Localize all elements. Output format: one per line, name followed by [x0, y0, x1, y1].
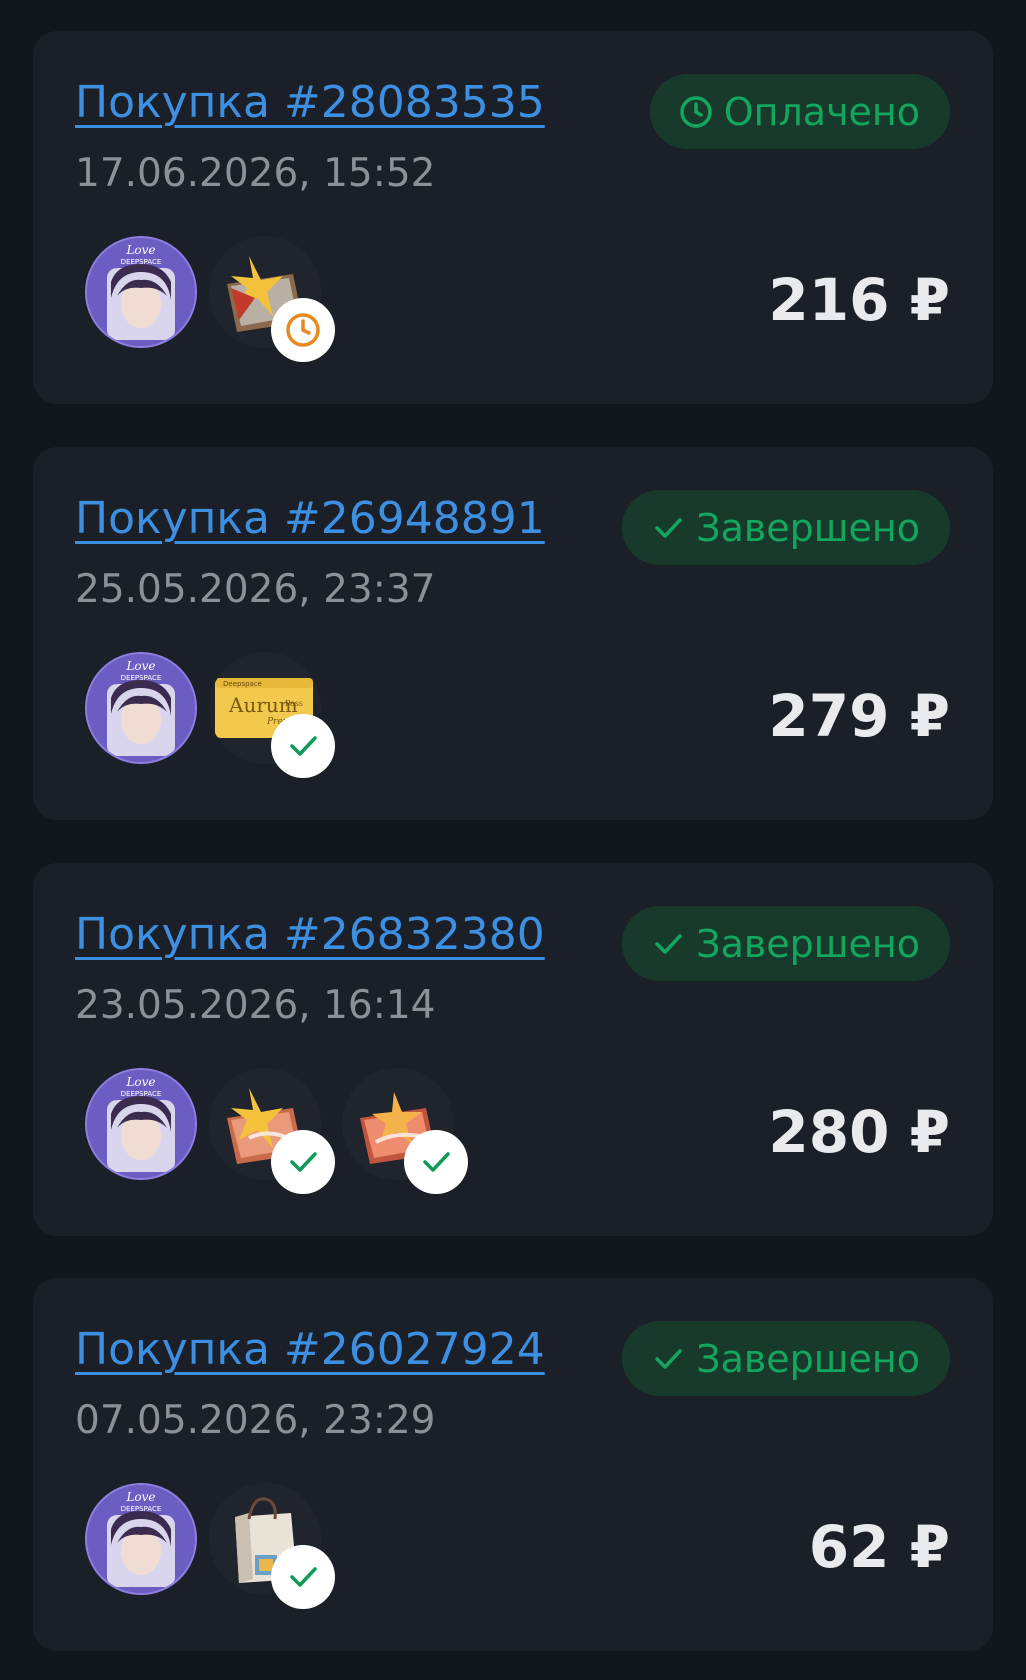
order-date: 25.05.2026, 23:37: [75, 567, 436, 612]
gift-box-icon[interactable]: [209, 1068, 335, 1194]
order-date: 07.05.2026, 23:29: [75, 1398, 436, 1443]
status-label: Завершено: [696, 1336, 920, 1381]
check-icon: [655, 517, 682, 538]
status-label: Завершено: [696, 921, 920, 966]
order-card[interactable]: Покупка #28083535 17.06.2026, 15:52 Опла…: [33, 31, 993, 404]
svg-text:Deepspace: Deepspace: [223, 680, 262, 688]
status-label: Завершено: [696, 505, 920, 550]
app-icon: Love DEEPSPACE: [85, 1068, 197, 1180]
status-badge: Оплачено: [649, 74, 950, 149]
order-date: 17.06.2026, 15:52: [75, 151, 436, 196]
check-icon: [655, 1348, 682, 1369]
order-card[interactable]: Покупка #26948891 25.05.2026, 23:37 Заве…: [33, 447, 993, 820]
order-link[interactable]: Покупка #26832380: [75, 913, 545, 957]
svg-text:Love: Love: [125, 1490, 155, 1504]
order-link[interactable]: Покупка #28083535: [75, 81, 545, 125]
status-label: Оплачено: [723, 89, 920, 134]
gift-box-icon[interactable]: [342, 1068, 468, 1194]
order-link[interactable]: Покупка #26948891: [75, 497, 545, 541]
svg-text:DEEPSPACE: DEEPSPACE: [121, 674, 162, 682]
order-card[interactable]: Покупка #26027924 07.05.2026, 23:29 Заве…: [33, 1278, 993, 1651]
svg-text:Love: Love: [125, 243, 155, 257]
status-badge: Завершено: [622, 490, 950, 565]
clock-icon: [271, 298, 335, 362]
order-link[interactable]: Покупка #26027924: [75, 1328, 545, 1372]
app-icon: Love DEEPSPACE: [85, 652, 197, 764]
app-icon: Love DEEPSPACE: [85, 236, 197, 348]
svg-text:DEEPSPACE: DEEPSPACE: [121, 1090, 162, 1098]
order-price: 279 ₽: [768, 682, 950, 750]
check-icon: [271, 714, 335, 778]
status-badge: Завершено: [622, 1321, 950, 1396]
order-price: 280 ₽: [768, 1098, 950, 1166]
check-icon: [655, 933, 682, 954]
check-icon: [404, 1130, 468, 1194]
check-icon: [271, 1130, 335, 1194]
pass-card-icon[interactable]: Deepspace Aurum Pass Premium: [209, 652, 335, 778]
status-badge: Завершено: [622, 906, 950, 981]
app-icon: Love DEEPSPACE: [85, 1483, 197, 1595]
gift-box-icon[interactable]: [209, 236, 335, 362]
order-price: 62 ₽: [808, 1513, 950, 1581]
svg-text:Love: Love: [125, 659, 155, 673]
check-icon: [271, 1545, 335, 1609]
svg-text:DEEPSPACE: DEEPSPACE: [121, 1505, 162, 1513]
order-date: 23.05.2026, 16:14: [75, 983, 436, 1028]
svg-text:Pass: Pass: [285, 699, 303, 708]
svg-text:DEEPSPACE: DEEPSPACE: [121, 258, 162, 266]
clock-icon: [679, 95, 712, 128]
shopping-bag-icon[interactable]: [209, 1483, 335, 1609]
order-card[interactable]: Покупка #26832380 23.05.2026, 16:14 Заве…: [33, 863, 993, 1236]
order-price: 216 ₽: [768, 266, 950, 334]
svg-text:Love: Love: [125, 1075, 155, 1089]
